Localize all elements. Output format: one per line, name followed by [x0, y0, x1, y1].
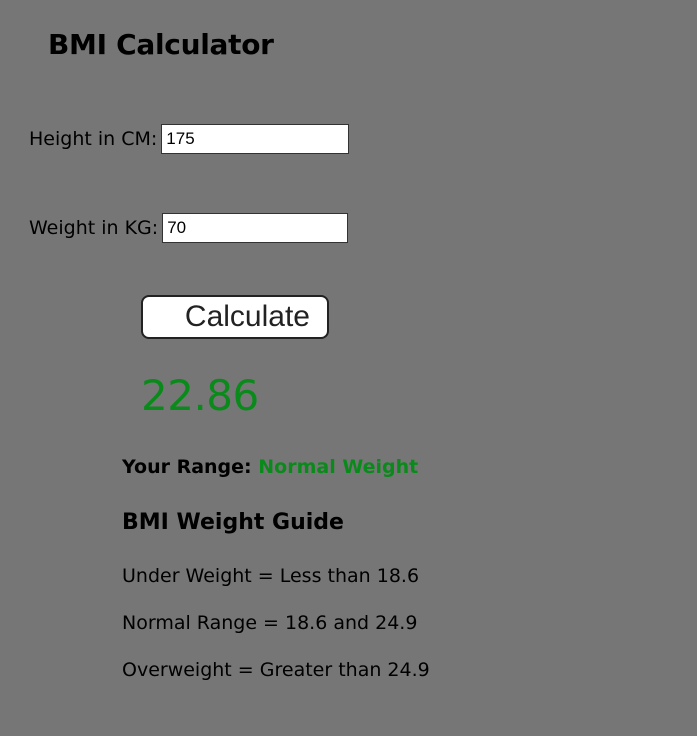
guide-item-underweight: Under Weight = Less than 18.6	[122, 565, 420, 587]
guide-item-normal: Normal Range = 18.6 and 24.9	[122, 612, 418, 634]
height-input[interactable]	[161, 124, 350, 154]
page-title: BMI Calculator	[48, 28, 274, 61]
weight-input[interactable]	[162, 213, 349, 243]
weight-label: Weight in KG:	[29, 217, 159, 239]
calculate-button[interactable]: Calculate	[141, 295, 329, 339]
weight-field-row: Weight in KG:	[29, 213, 349, 243]
range-line: Your Range: Normal Weight	[122, 456, 418, 478]
height-label: Height in CM:	[29, 128, 158, 150]
bmi-result-value: 22.86	[141, 371, 259, 420]
height-field-row: Height in CM:	[29, 124, 350, 154]
guide-heading: BMI Weight Guide	[122, 510, 344, 535]
range-label: Your Range:	[122, 456, 252, 478]
guide-item-overweight: Overweight = Greater than 24.9	[122, 659, 430, 681]
range-value: Normal Weight	[258, 456, 419, 478]
